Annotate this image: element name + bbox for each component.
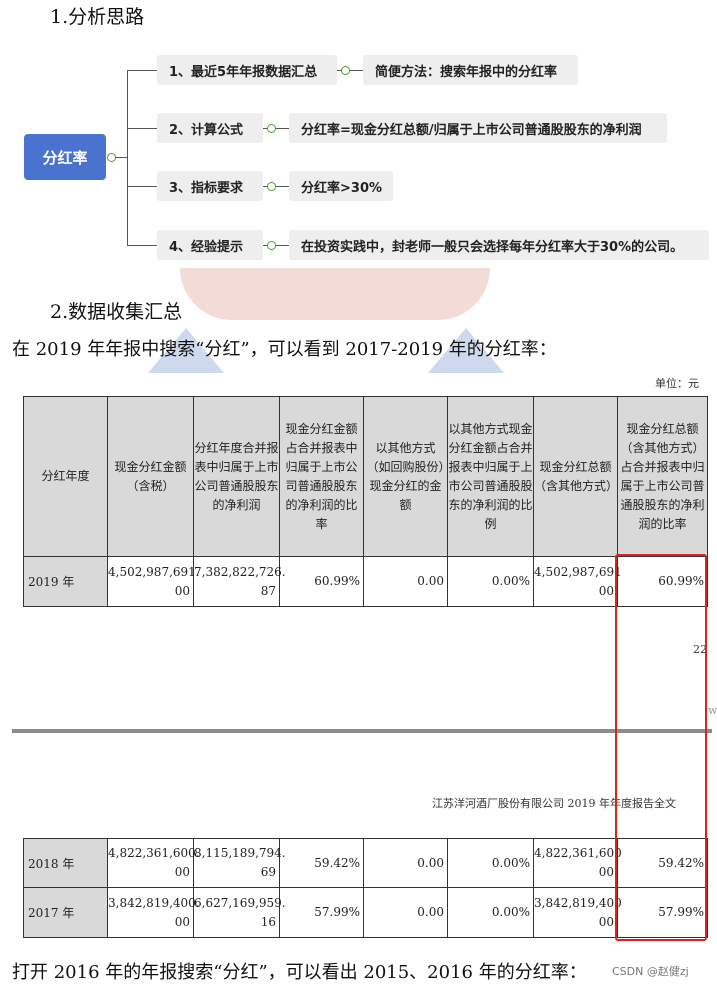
dividend-table-bottom: 2018 年 4,822,361,600. 00 8,115,189,794. 69… xyxy=(23,838,708,938)
connector-line xyxy=(127,245,157,246)
year-cell: 2019 年 xyxy=(23,556,108,607)
section1-title: 1.分析思路 xyxy=(50,6,145,28)
branch-3-node: 3、指标要求 xyxy=(157,171,263,201)
other-cell: 0.00 xyxy=(363,556,448,607)
connector-dot-icon xyxy=(267,182,276,191)
other-ratio-cell: 0.00% xyxy=(447,556,534,607)
connector-dot-icon xyxy=(341,66,350,75)
table-header-row: 分红年度 现金分红金额（含税） 分红年度合并报表中归属于上市公司普通股股东的净利… xyxy=(23,396,708,557)
table-row: 2017 年 3,842,819,400. 00 6,627,169,959. 16… xyxy=(23,887,708,938)
table-row: 2018 年 4,822,361,600. 00 8,115,189,794. 69… xyxy=(23,838,708,888)
other-ratio-cell: 0.00% xyxy=(447,887,534,938)
other-cell: 0.00 xyxy=(363,838,448,888)
cash-cell: 4,502,987,691. 00 xyxy=(107,556,200,607)
connector-line xyxy=(115,157,127,158)
unit-label: 单位：元 xyxy=(655,377,699,390)
header-cell: 现金分红总额（含其他方式）占合并报表中归属于上市公司普通股股东的净利润的比率 xyxy=(617,396,708,557)
other-ratio-cell: 0.00% xyxy=(447,838,534,888)
profit-cell: 8,115,189,794. 69 xyxy=(193,838,286,888)
cash-cell: 3,842,819,400. 00 xyxy=(107,887,200,938)
total-cell: 4,502,987,691 00 xyxy=(533,556,622,607)
branch-4-node: 4、经验提示 xyxy=(157,230,263,260)
connector-dot-icon xyxy=(267,241,276,250)
side-fragment: w xyxy=(708,704,717,717)
profit-cell: 6,627,169,959. 16 xyxy=(193,887,286,938)
branch-4-detail: 在投资实践中，封老师一般只会选择每年分红率大于30%的公司。 xyxy=(289,230,709,260)
header-cell: 现金分红金额（含税） xyxy=(107,396,194,557)
ratio-cell: 59.42% xyxy=(279,838,364,888)
outro-paragraph: 打开 2016 年的年报搜索“分红”，可以看出 2015、2016 年的分红率： xyxy=(12,962,587,983)
connector-line xyxy=(127,128,157,129)
dividend-table-top: 分红年度 现金分红金额（含税） 分红年度合并报表中归属于上市公司普通股股东的净利… xyxy=(23,396,708,607)
branch-2-node: 2、计算公式 xyxy=(157,113,263,143)
ratio-cell: 57.99% xyxy=(279,887,364,938)
branch-3-detail: 分红率>30% xyxy=(289,171,393,201)
branch-2-detail: 分红率=现金分红总额/归属于上市公司普通股股东的净利润 xyxy=(289,113,667,143)
branch-1-detail: 简便方法：搜索年报中的分红率 xyxy=(363,55,578,85)
year-cell: 2018 年 xyxy=(23,838,108,888)
total-cell: 3,842,819,400 00 xyxy=(533,887,622,938)
header-cell: 分红年度 xyxy=(23,396,108,557)
connector-trunk xyxy=(127,70,128,246)
connector-dot-icon xyxy=(267,124,276,133)
branch-1-node: 1、最近5年年报数据汇总 xyxy=(157,55,337,85)
other-cell: 0.00 xyxy=(363,887,448,938)
watermark-text: CSDN @赵健zj xyxy=(612,965,689,978)
cash-cell: 4,822,361,600. 00 xyxy=(107,838,200,888)
table-row: 2019 年 4,502,987,691. 00 7,382,822,726. 87… xyxy=(23,556,708,607)
header-cell: 分红年度合并报表中归属于上市公司普通股股东的净利润 xyxy=(193,396,280,557)
highlight-box xyxy=(615,554,707,941)
header-cell: 现金分红总额（含其他方式） xyxy=(533,396,618,557)
intro-paragraph: 在 2019 年年报中搜索“分红”，可以看到 2017-2019 年的分红率： xyxy=(12,339,557,360)
mindmap-root: 分红率 xyxy=(24,134,106,180)
connector-line xyxy=(127,70,157,71)
header-cell: 现金分红金额占合并报表中归属于上市公司普通股股东的净利润的比率 xyxy=(279,396,364,557)
header-cell: 以其他方式（如回购股份）现金分红的金额 xyxy=(363,396,448,557)
connector-line xyxy=(127,186,157,187)
header-cell: 以其他方式现金分红金额占合并报表中归属于上市公司普通股股东的净利润的比例 xyxy=(447,396,534,557)
profit-cell: 7,382,822,726. 87 xyxy=(193,556,286,607)
section2-title: 2.数据收集汇总 xyxy=(50,301,183,323)
page-separator xyxy=(12,729,712,733)
year-cell: 2017 年 xyxy=(23,887,108,938)
ratio-cell: 60.99% xyxy=(279,556,364,607)
total-cell: 4,822,361,600 00 xyxy=(533,838,622,888)
watermark-arc xyxy=(180,268,490,320)
